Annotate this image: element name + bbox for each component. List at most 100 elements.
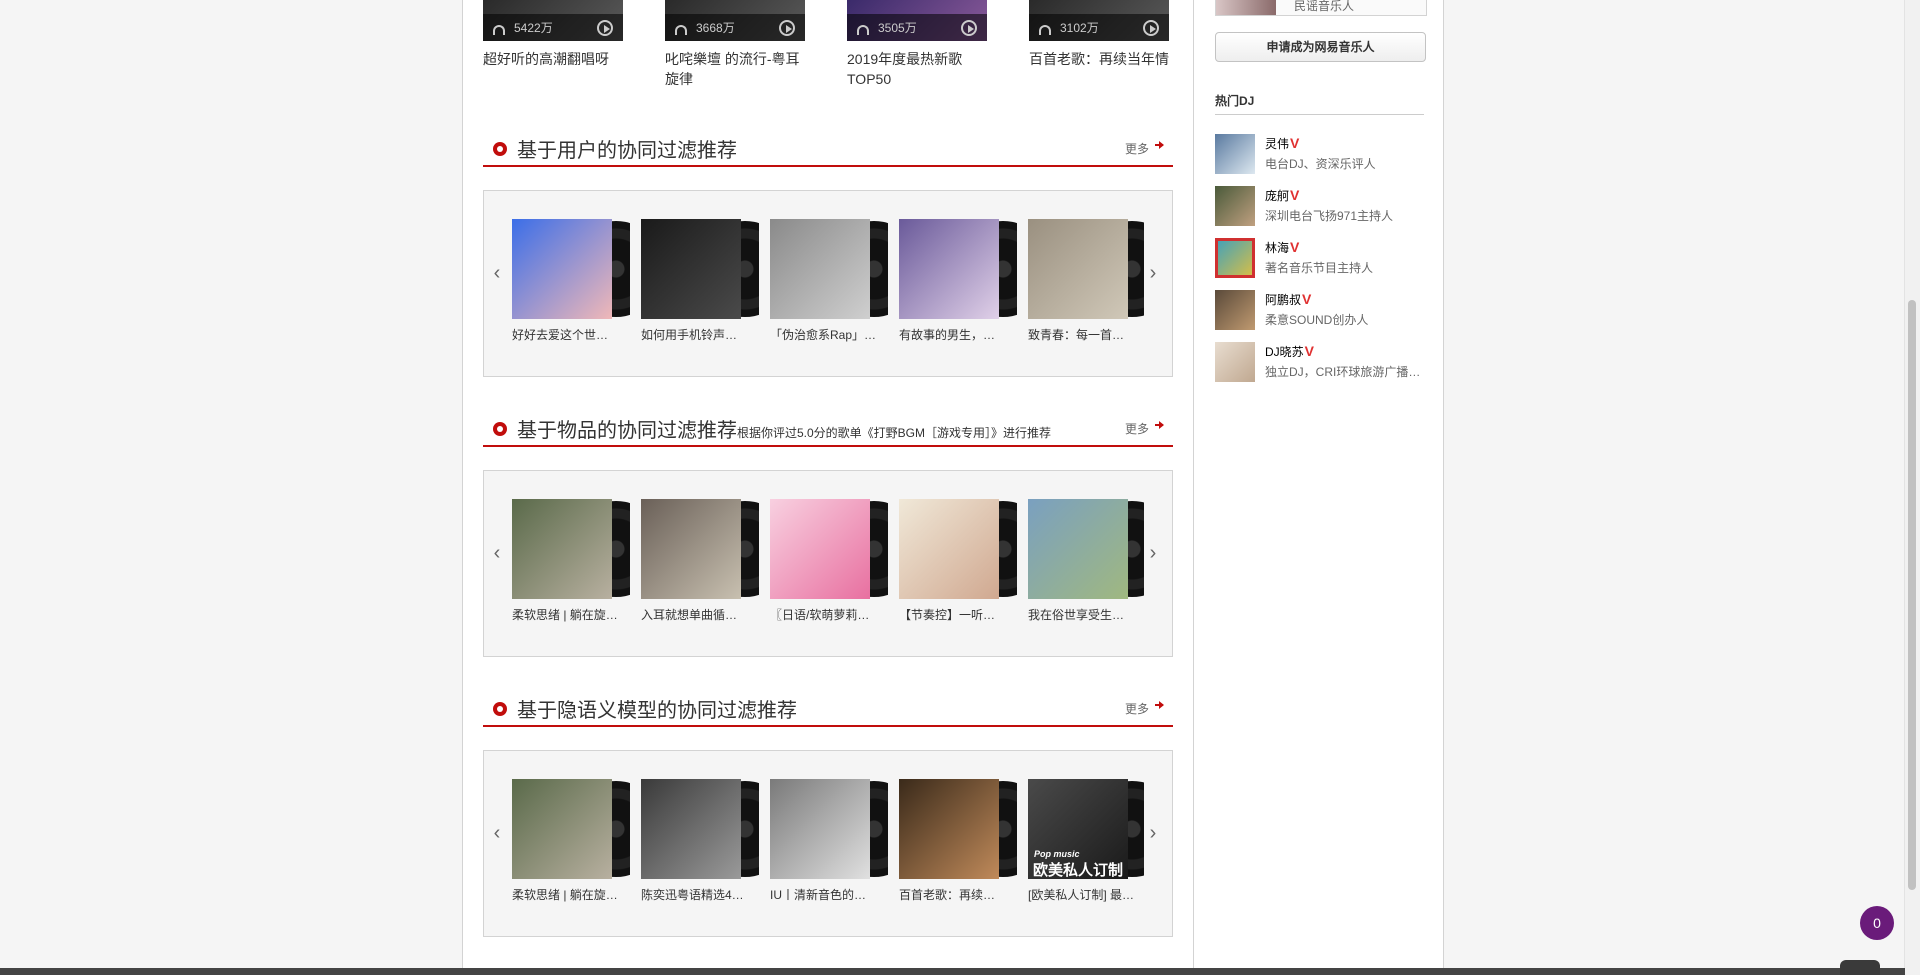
playlist-item-title[interactable]: 有故事的男生，… [899, 326, 1015, 343]
play-icon[interactable] [597, 20, 613, 36]
playlist-cover[interactable] [1028, 499, 1144, 599]
playlist-item[interactable]: 柔软思绪 | 躺在旋… [512, 499, 630, 623]
carousel-prev-button[interactable]: ‹ [490, 261, 504, 285]
dj-name-text[interactable]: DJ晓苏 [1265, 345, 1304, 359]
playlist-item-title[interactable]: 致青春：每一首… [1028, 326, 1144, 343]
dj-item[interactable]: DJ晓苏V 独立DJ，CRI环球旅游广播… [1215, 342, 1424, 384]
playlist-item-title[interactable]: 如何用手机铃声… [641, 326, 757, 343]
playlist-cover[interactable] [512, 219, 630, 319]
playlist-cover[interactable]: 3102万 [1029, 0, 1169, 41]
playlist-item[interactable]: 柔软思绪 | 躺在旋… [512, 779, 630, 903]
dj-name[interactable]: 庞舸V [1265, 187, 1299, 204]
playlist-item[interactable]: 致青春：每一首… [1028, 219, 1144, 343]
playlist-cover[interactable] [512, 499, 630, 599]
section-title[interactable]: 基于物品的协同过滤推荐根据你评过5.0分的歌单《打野BGM［游戏专用］》进行推荐 [517, 414, 1051, 443]
carousel-prev-button[interactable]: ‹ [490, 821, 504, 845]
apply-musician-button[interactable]: 申请成为网易音乐人 [1215, 32, 1426, 62]
playlist-cover[interactable] [512, 779, 630, 879]
arrow-right-icon[interactable] [1155, 141, 1164, 149]
playlist-item-title[interactable]: IU丨清新音色的… [770, 886, 886, 903]
dj-item[interactable]: 庞舸V 深圳电台飞扬971主持人 [1215, 186, 1424, 228]
dj-item[interactable]: 阿鹏叔V 柔意SOUND创办人 [1215, 290, 1424, 332]
playlist-title[interactable]: 百首老歌：再续当年情 [1029, 49, 1169, 69]
playlist-title[interactable]: 2019年度最热新歌TOP50 [847, 49, 987, 89]
avatar[interactable] [1215, 186, 1255, 226]
dj-item[interactable]: 灵伟V 电台DJ、资深乐评人 [1215, 134, 1424, 176]
playlist-item-title[interactable]: 陈奕迅粤语精选4… [641, 886, 757, 903]
avatar[interactable] [1215, 342, 1255, 382]
avatar[interactable] [1216, 0, 1276, 15]
playlist-cover[interactable] [770, 779, 888, 879]
playlist-cover[interactable]: 3505万 [847, 0, 987, 41]
section-title[interactable]: 基于用户的协同过滤推荐 [517, 134, 737, 163]
dj-item[interactable]: 林海V 著名音乐节目主持人 [1215, 238, 1424, 280]
arrow-right-icon[interactable] [1155, 421, 1164, 429]
playlist-cover[interactable] [641, 219, 759, 319]
dj-name[interactable]: DJ晓苏V [1265, 343, 1314, 360]
dj-name-text[interactable]: 阿鹏叔 [1265, 293, 1301, 307]
play-icon[interactable] [1143, 20, 1159, 36]
playlist-cover[interactable] [899, 219, 1017, 319]
playlist-item[interactable]: 〖日语/软萌萝莉… [770, 499, 888, 623]
dj-name[interactable]: 林海V [1265, 239, 1299, 256]
section-title-text[interactable]: 基于物品的协同过滤推荐 [517, 420, 737, 442]
playlist-item[interactable]: 「伪治愈系Rap」… [770, 219, 888, 343]
carousel-prev-button[interactable]: ‹ [490, 541, 504, 565]
playlist-cover[interactable] [641, 779, 759, 879]
playlist-cover[interactable] [770, 219, 888, 319]
play-icon[interactable] [779, 20, 795, 36]
playlist-item[interactable]: 好好去爱这个世… [512, 219, 630, 343]
avatar[interactable] [1215, 290, 1255, 330]
playlist-cover[interactable]: Pop music 欧美私人订制 [1028, 779, 1144, 879]
playlist-item-title[interactable]: 我在俗世享受生… [1028, 606, 1144, 623]
playlist-card[interactable]: 3668万 叱咤樂壇 的流行-粤耳旋律 [665, 0, 805, 89]
playlist-cover[interactable] [770, 499, 888, 599]
notification-badge[interactable]: 0 [1860, 906, 1894, 940]
dj-name-text[interactable]: 庞舸 [1265, 189, 1289, 203]
dj-name-text[interactable]: 灵伟 [1265, 137, 1289, 151]
more-link[interactable]: 更多 [1125, 420, 1149, 437]
playlist-item-title[interactable]: 【节奏控】一听… [899, 606, 1015, 623]
carousel-next-button[interactable]: › [1146, 541, 1160, 565]
playlist-cover[interactable] [1028, 219, 1144, 319]
playlist-cover[interactable] [899, 499, 1017, 599]
playlist-item[interactable]: 有故事的男生，… [899, 219, 1017, 343]
playlist-item[interactable]: 如何用手机铃声… [641, 219, 759, 343]
playlist-item[interactable]: 陈奕迅粤语精选4… [641, 779, 759, 903]
playlist-item-title[interactable]: 「伪治愈系Rap」… [770, 326, 886, 343]
playlist-item[interactable]: 【节奏控】一听… [899, 499, 1017, 623]
playlist-cover[interactable]: 3668万 [665, 0, 805, 41]
playlist-item-title[interactable]: 〖日语/软萌萝莉… [770, 606, 886, 623]
playlist-item[interactable]: 入耳就想单曲循… [641, 499, 759, 623]
dj-name-text[interactable]: 林海 [1265, 241, 1289, 255]
more-link[interactable]: 更多 [1125, 700, 1149, 717]
scrollbar-thumb[interactable] [1908, 300, 1916, 890]
playlist-card[interactable]: 3505万 2019年度最热新歌TOP50 [847, 0, 987, 89]
play-icon[interactable] [961, 20, 977, 36]
playlist-cover[interactable] [641, 499, 759, 599]
playlist-title[interactable]: 超好听的高潮翻唱呀 [483, 49, 623, 69]
page-scrollbar[interactable] [1904, 0, 1920, 975]
playlist-card[interactable]: 3102万 百首老歌：再续当年情 [1029, 0, 1169, 69]
playlist-item-title[interactable]: [欧美私人订制] 最… [1028, 886, 1144, 903]
carousel-next-button[interactable]: › [1146, 821, 1160, 845]
playlist-item-title[interactable]: 柔软思绪 | 躺在旋… [512, 886, 628, 903]
playlist-cover[interactable] [899, 779, 1017, 879]
playlist-item-title[interactable]: 柔软思绪 | 躺在旋… [512, 606, 628, 623]
playlist-item[interactable]: Pop music 欧美私人订制 [欧美私人订制] 最… [1028, 779, 1144, 903]
avatar[interactable] [1215, 238, 1255, 278]
playlist-item[interactable]: 我在俗世享受生… [1028, 499, 1144, 623]
carousel-next-button[interactable]: › [1146, 261, 1160, 285]
more-link[interactable]: 更多 [1125, 140, 1149, 157]
playlist-item[interactable]: 百首老歌：再续… [899, 779, 1017, 903]
playlist-item-title[interactable]: 入耳就想单曲循… [641, 606, 757, 623]
arrow-right-icon[interactable] [1155, 701, 1164, 709]
playlist-card[interactable]: 5422万 超好听的高潮翻唱呀 [483, 0, 623, 69]
playlist-item-title[interactable]: 百首老歌：再续… [899, 886, 1015, 903]
playlist-title[interactable]: 叱咤樂壇 的流行-粤耳旋律 [665, 49, 805, 89]
avatar[interactable] [1215, 134, 1255, 174]
dj-name[interactable]: 阿鹏叔V [1265, 291, 1311, 308]
artist-row[interactable]: 民谣音乐人 [1215, 0, 1427, 16]
playlist-item-title[interactable]: 好好去爱这个世… [512, 326, 628, 343]
playlist-cover[interactable]: 5422万 [483, 0, 623, 41]
